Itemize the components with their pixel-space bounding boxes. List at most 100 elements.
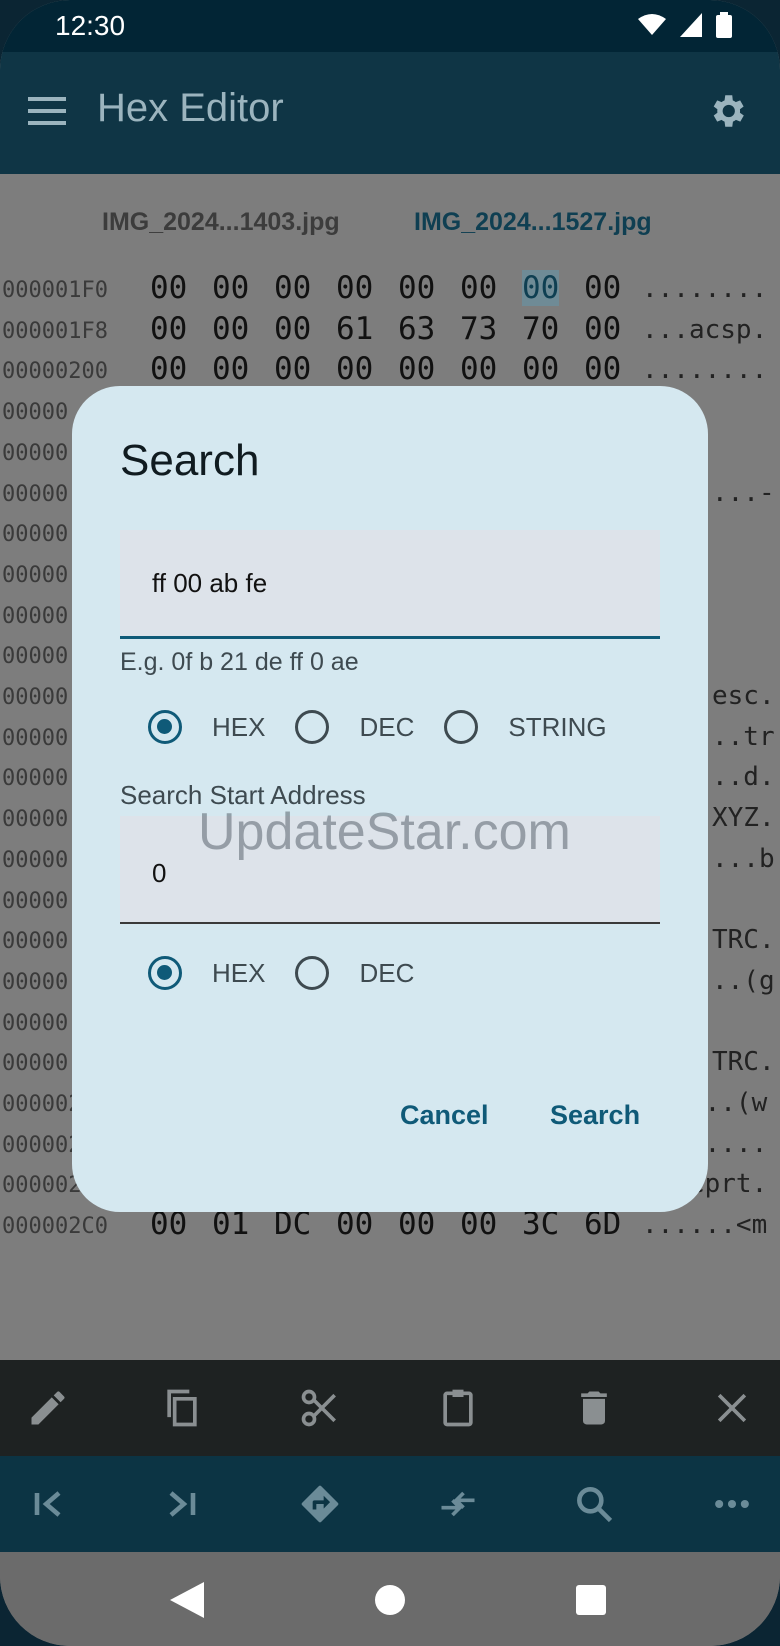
row-address: 00000 xyxy=(2,929,69,955)
signal-icon xyxy=(680,13,702,37)
compare-icon[interactable] xyxy=(436,1482,480,1526)
hex-byte[interactable]: 00 xyxy=(584,270,621,306)
hex-byte[interactable]: 00 xyxy=(584,311,621,347)
row-address: 00000 xyxy=(2,1051,69,1077)
home-icon[interactable] xyxy=(374,1584,406,1616)
status-time: 12:30 xyxy=(55,10,126,41)
jump-to-start-icon[interactable] xyxy=(26,1482,70,1526)
goto-address-icon[interactable] xyxy=(298,1482,342,1526)
row-address: 00000200 xyxy=(2,359,108,385)
search-query-input[interactable]: ff 00 ab fe xyxy=(120,530,660,639)
row-address: 000002C0 xyxy=(2,1214,108,1240)
row-address: 00000 xyxy=(2,725,69,751)
watermark-text: UpdateStar.com xyxy=(198,803,571,861)
recents-icon[interactable] xyxy=(576,1585,606,1615)
jump-to-end-icon[interactable] xyxy=(160,1482,204,1526)
app-title: Hex Editor xyxy=(97,86,284,130)
hex-byte[interactable]: 00 xyxy=(212,311,249,347)
radio-type-dec[interactable]: DEC xyxy=(295,710,414,744)
radio-start-hex[interactable]: HEX xyxy=(148,956,265,990)
hex-byte[interactable]: 00 xyxy=(212,351,249,387)
hex-byte[interactable]: 00 xyxy=(212,270,249,306)
hex-byte[interactable]: 00 xyxy=(398,270,435,306)
row-ascii: ......<m xyxy=(642,1210,768,1241)
radio-type-string[interactable]: STRING xyxy=(444,710,607,744)
row-address: 00000 xyxy=(2,562,69,588)
radio-button[interactable] xyxy=(444,710,479,744)
radio-label: HEX xyxy=(212,711,266,742)
search-query-hint: E.g. 0f b 21 de ff 0 ae xyxy=(120,648,359,676)
menu-icon[interactable] xyxy=(28,96,66,126)
search-button[interactable]: Search xyxy=(550,1100,640,1131)
edit-toolbar xyxy=(0,1360,780,1456)
radio-type-hex[interactable]: HEX xyxy=(148,710,265,744)
hex-byte[interactable]: 00 xyxy=(460,351,497,387)
paste-clipboard-icon[interactable] xyxy=(436,1386,480,1430)
more-options-icon[interactable] xyxy=(710,1482,754,1526)
hex-byte[interactable]: 00 xyxy=(274,351,311,387)
row-address: 00000 xyxy=(2,440,69,466)
back-icon[interactable] xyxy=(170,1582,204,1618)
radio-start-dec[interactable]: DEC xyxy=(295,956,414,990)
hex-row: 000001F0 00 00 00 00 00 00 00 00........ xyxy=(0,268,780,309)
cancel-button[interactable]: Cancel xyxy=(400,1100,489,1131)
close-icon[interactable] xyxy=(710,1386,754,1430)
battery-icon xyxy=(716,12,732,38)
row-ascii: TRC. xyxy=(712,925,775,956)
row-ascii: ..(g xyxy=(712,965,775,996)
delete-trash-icon[interactable] xyxy=(572,1386,616,1430)
start-address-radio-group: HEX DEC xyxy=(148,956,444,990)
row-ascii: ...-. xyxy=(712,477,780,508)
row-ascii: ...b xyxy=(712,843,775,874)
row-ascii: ........ xyxy=(642,274,768,304)
hex-byte[interactable]: 00 xyxy=(274,270,311,306)
row-address: 00000 xyxy=(2,969,69,995)
status-icons xyxy=(638,12,732,38)
radio-button[interactable] xyxy=(148,710,182,744)
hex-byte[interactable]: 00 xyxy=(522,351,559,387)
hex-byte[interactable]: 73 xyxy=(460,311,497,347)
tab-file-2[interactable]: IMG_2024...1527.jpg xyxy=(414,208,652,237)
radio-button[interactable] xyxy=(295,710,330,744)
hex-byte[interactable]: 61 xyxy=(336,311,373,347)
pencil-icon[interactable] xyxy=(26,1386,70,1430)
hex-byte[interactable]: 00 xyxy=(336,351,373,387)
row-address: 00000 xyxy=(2,603,69,629)
hex-byte[interactable]: 00 xyxy=(150,351,187,387)
hex-byte[interactable]: 63 xyxy=(398,311,435,347)
radio-label: DEC xyxy=(359,957,415,988)
hex-byte[interactable]: 70 xyxy=(522,311,559,347)
search-icon[interactable] xyxy=(572,1482,616,1526)
hex-row: 000001F8 00 00 00 61 63 73 70 00 ...acsp. xyxy=(0,309,780,350)
search-query-value[interactable]: ff 00 ab fe xyxy=(152,568,267,599)
hex-byte[interactable]: 00 xyxy=(150,270,187,306)
file-tabs: IMG_2024...1403.jpg IMG_2024...1527.jpg xyxy=(0,174,780,254)
hex-byte[interactable]: 00 xyxy=(398,351,435,387)
radio-button[interactable] xyxy=(295,956,330,990)
hex-byte[interactable]: 00 xyxy=(336,270,373,306)
radio-button[interactable] xyxy=(148,956,182,990)
row-ascii: ..d. xyxy=(712,762,775,793)
hex-byte[interactable]: 00 xyxy=(584,351,621,387)
system-nav-bar xyxy=(0,1552,780,1646)
search-dialog: Search ff 00 ab fe E.g. 0f b 21 de ff 0 … xyxy=(72,386,708,1212)
row-ascii: esc. xyxy=(712,681,775,711)
row-address: 00000 xyxy=(2,522,69,548)
row-address: 00000 xyxy=(2,807,69,833)
tab-file-1[interactable]: IMG_2024...1403.jpg xyxy=(102,208,340,237)
start-address-value[interactable]: 0 xyxy=(152,858,166,889)
wifi-icon xyxy=(638,14,666,35)
cut-scissors-icon[interactable] xyxy=(298,1386,342,1430)
row-address: 00000 xyxy=(2,400,69,426)
hex-byte[interactable]: 00 xyxy=(460,270,497,306)
search-type-radio-group: HEX DEC STRING xyxy=(148,710,637,744)
row-address: 00000 xyxy=(2,766,69,792)
row-address: 00000 xyxy=(2,644,69,670)
hex-byte[interactable]: 00 xyxy=(522,270,560,306)
row-address: 000001F0 xyxy=(2,278,108,303)
row-address: 00000 xyxy=(2,1010,69,1036)
settings-gear-icon[interactable] xyxy=(706,90,748,132)
copy-icon[interactable] xyxy=(160,1386,204,1430)
hex-byte[interactable]: 00 xyxy=(274,311,311,347)
hex-byte[interactable]: 00 xyxy=(150,311,187,347)
